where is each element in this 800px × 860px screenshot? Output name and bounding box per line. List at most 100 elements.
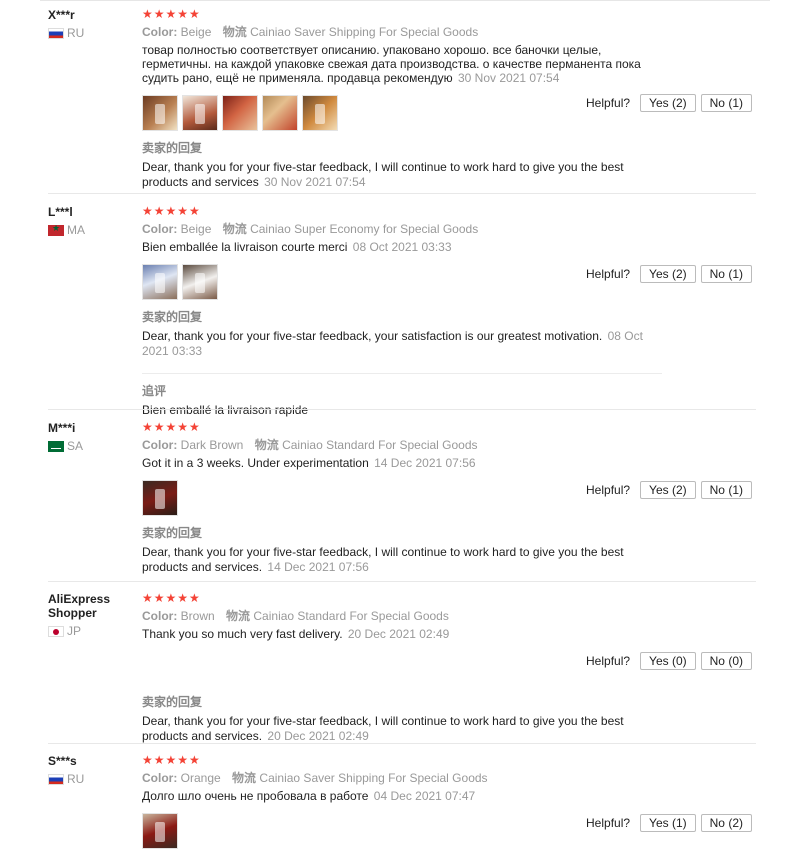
seller-reply-date: 30 Nov 2021 07:54 — [264, 175, 366, 189]
review-photo-thumbnail[interactable] — [142, 480, 178, 516]
helpful-yes-button[interactable]: Yes (2) — [640, 481, 696, 499]
additional-review-text: Bien emballé la livraison rapide — [142, 403, 309, 417]
review-text: Thank you so much very fast delivery. 20… — [142, 627, 662, 641]
helpful-no-button[interactable]: No (1) — [700, 265, 752, 283]
russia-flag-icon — [48, 773, 64, 785]
logistics-label: 物流 — [226, 609, 251, 623]
review-photos — [142, 813, 662, 849]
review-meta: Color: Dark Brown 物流 Cainiao Standard Fo… — [142, 438, 662, 452]
helpful-yes-button[interactable]: Yes (2) — [640, 94, 696, 112]
review-photo-thumbnail[interactable] — [222, 95, 258, 131]
color-value: Dark Brown — [180, 438, 244, 452]
reviewer-country: MA — [48, 223, 136, 237]
review-divider — [48, 743, 756, 744]
helpful-label: Helpful? — [586, 483, 631, 497]
country-code: RU — [67, 772, 85, 786]
review-text: Долго шло очень не пробовала в работе 04… — [142, 789, 662, 803]
review-item: X***r RU ★★★★★ Color: Beige 物流 Cainiao S… — [48, 8, 756, 194]
helpful-yes-button[interactable]: Yes (0) — [640, 652, 696, 670]
color-label: Color: — [142, 222, 178, 236]
helpful-no-button[interactable]: No (2) — [700, 814, 752, 832]
shipping-method: Cainiao Standard For Special Goods — [282, 438, 478, 452]
color-label: Color: — [142, 609, 178, 623]
logistics-label: 物流 — [254, 438, 279, 452]
review-photo-thumbnail[interactable] — [302, 95, 338, 131]
review-photo-thumbnail[interactable] — [262, 95, 298, 131]
review-body: ★★★★★ Color: Orange 物流 Cainiao Saver Shi… — [142, 754, 662, 849]
review-divider — [48, 409, 756, 410]
helpful-label: Helpful? — [586, 816, 631, 830]
helpful-no-button[interactable]: No (1) — [700, 94, 752, 112]
color-value: Brown — [180, 609, 215, 623]
reviewer-info: M***i SA — [48, 421, 136, 453]
helpful-label: Helpful? — [586, 267, 631, 281]
logistics-label: 物流 — [232, 771, 257, 785]
additional-review-label: 追评 — [142, 384, 167, 398]
review-date: 20 Dec 2021 02:49 — [347, 627, 450, 641]
review-divider — [48, 581, 756, 582]
seller-reply-text: Dear, thank you for your five-star feedb… — [142, 160, 624, 189]
helpful-no-button[interactable]: No (1) — [700, 481, 752, 499]
color-value: Beige — [180, 25, 212, 39]
review-content: Got it in a 3 weeks. Under experimentati… — [142, 456, 369, 470]
review-meta: Color: Beige 物流 Cainiao Saver Shipping F… — [142, 25, 662, 39]
seller-reply-text: Dear, thank you for your five-star feedb… — [142, 545, 624, 574]
review-date: 04 Dec 2021 07:47 — [373, 789, 476, 803]
helpful-vote: Helpful? Yes (2) No (1) — [586, 265, 752, 283]
review-body: ★★★★★ Color: Beige 物流 Cainiao Saver Ship… — [142, 8, 662, 190]
reviewer-country: SA — [48, 439, 136, 453]
color-value: Beige — [180, 222, 212, 236]
seller-reply: Dear, thank you for your five-star feedb… — [142, 329, 662, 359]
reviewer-name: AliExpress Shopper — [48, 592, 111, 620]
reviewer-info: AliExpress Shopper JP — [48, 592, 136, 638]
star-rating: ★★★★★ — [142, 7, 201, 21]
shipping-method: Cainiao Standard For Special Goods — [253, 609, 449, 623]
color-value: Orange — [180, 771, 221, 785]
review-content: товар полностью соответствует описанию. … — [142, 43, 641, 85]
seller-reply: Dear, thank you for your five-star feedb… — [142, 545, 662, 575]
seller-reply-label: 卖家的回复 — [142, 310, 203, 324]
review-body: ★★★★★ Color: Beige 物流 Cainiao Super Econ… — [142, 205, 662, 418]
reviewer-country: RU — [48, 26, 136, 40]
review-photo-thumbnail[interactable] — [142, 264, 178, 300]
additional-review-divider — [142, 373, 662, 374]
country-code: RU — [67, 26, 85, 40]
reviewer-info: L***l MA — [48, 205, 136, 237]
top-divider — [40, 0, 770, 1]
seller-reply: Dear, thank you for your five-star feedb… — [142, 714, 662, 744]
review-photo-thumbnail[interactable] — [142, 813, 178, 849]
seller-reply-text: Dear, thank you for your five-star feedb… — [142, 714, 624, 743]
reviewer-country: RU — [48, 772, 136, 786]
star-rating: ★★★★★ — [142, 753, 201, 767]
seller-reply-date: 20 Dec 2021 02:49 — [267, 729, 369, 743]
seller-reply-label: 卖家的回复 — [142, 526, 203, 540]
helpful-label: Helpful? — [586, 96, 631, 110]
review-text: Bien emballée la livraison courte merci … — [142, 240, 662, 254]
review-photos — [142, 95, 662, 131]
review-photo-thumbnail[interactable] — [182, 95, 218, 131]
shipping-method: Cainiao Super Economy for Special Goods — [250, 222, 479, 236]
helpful-vote: Helpful? Yes (1) No (2) — [586, 814, 752, 832]
helpful-yes-button[interactable]: Yes (1) — [640, 814, 696, 832]
review-text: товар полностью соответствует описанию. … — [142, 43, 662, 85]
review-content: Долго шло очень не пробовала в работе — [142, 789, 369, 803]
seller-reply: Dear, thank you for your five-star feedb… — [142, 160, 662, 190]
morocco-flag-icon — [48, 224, 64, 236]
review-date: 08 Oct 2021 03:33 — [352, 240, 452, 254]
review-item: L***l MA ★★★★★ Color: Beige 物流 Cainiao S… — [48, 205, 756, 417]
seller-reply-label: 卖家的回复 — [142, 695, 203, 709]
review-photo-thumbnail[interactable] — [142, 95, 178, 131]
review-body: ★★★★★ Color: Dark Brown 物流 Cainiao Stand… — [142, 421, 662, 575]
country-code: MA — [67, 223, 85, 237]
review-photo-thumbnail[interactable] — [182, 264, 218, 300]
review-date: 30 Nov 2021 07:54 — [457, 71, 560, 85]
star-rating: ★★★★★ — [142, 204, 201, 218]
review-meta: Color: Beige 物流 Cainiao Super Economy fo… — [142, 222, 662, 236]
reviewer-name: X***r — [48, 8, 75, 22]
helpful-yes-button[interactable]: Yes (2) — [640, 265, 696, 283]
reviewer-name: S***s — [48, 754, 77, 768]
helpful-no-button[interactable]: No (0) — [700, 652, 752, 670]
reviewer-info: S***s RU — [48, 754, 136, 786]
helpful-label: Helpful? — [586, 654, 631, 668]
seller-reply-label: 卖家的回复 — [142, 141, 203, 155]
